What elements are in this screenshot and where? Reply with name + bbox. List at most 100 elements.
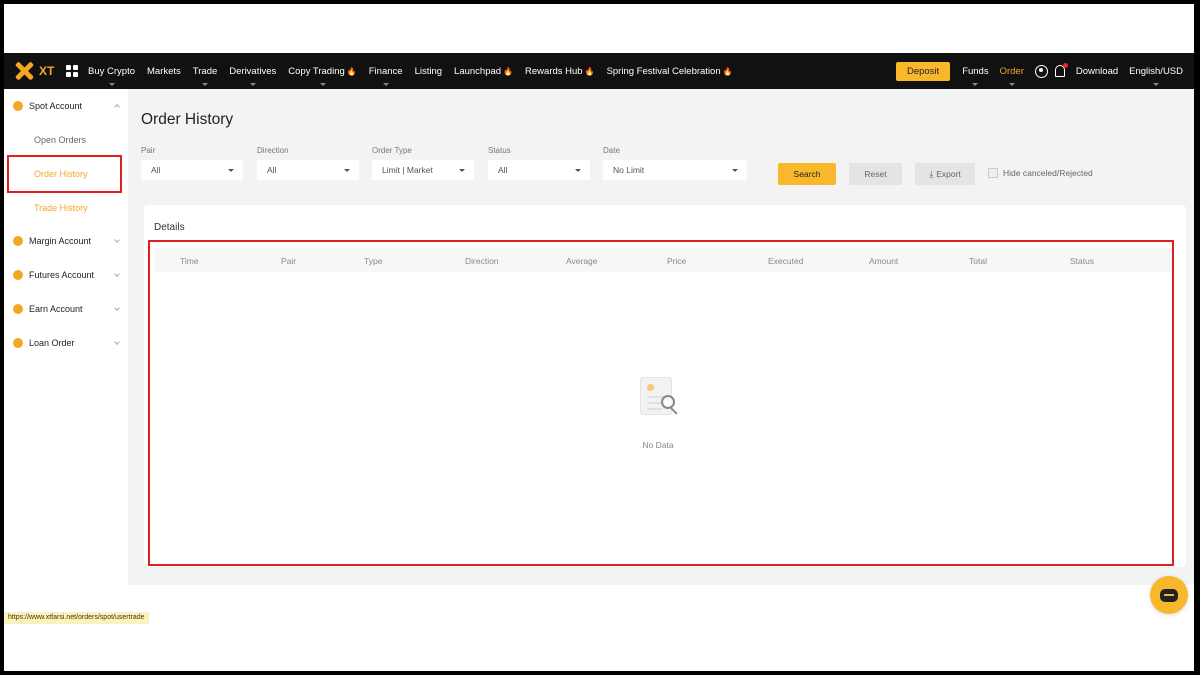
sidebar-group-label: Spot Account (29, 101, 83, 111)
date-select[interactable]: No Limit (603, 160, 747, 180)
export-label: Export (936, 169, 961, 179)
sidebar-group-label: Futures Account (29, 270, 95, 280)
status-select[interactable]: All (488, 160, 590, 180)
sidebar-group-label: Margin Account (29, 236, 92, 246)
nav-item-label: Buy Crypto (88, 65, 135, 77)
nav-item-derivatives[interactable]: Derivatives (229, 65, 277, 86)
sidebar-group-label: Loan Order (29, 338, 75, 348)
chevron-down-icon (114, 271, 120, 277)
nav-item-locale[interactable]: English/USD (1129, 65, 1183, 86)
filter-direction: Direction All (257, 146, 359, 180)
nav-item-launchpad[interactable]: Launchpad 🔥 (454, 66, 513, 77)
caret-down-icon (1008, 82, 1015, 86)
loan-icon (13, 338, 23, 348)
nav-item-rewards-hub[interactable]: Rewards Hub 🔥 (525, 66, 595, 77)
xt-logo-icon (14, 61, 34, 81)
browser-status-url: https://www.xtfarsi.net/orders/spot/user… (4, 612, 149, 624)
filter-order-type: Order Type Limit | Market (372, 146, 474, 180)
page-title: Order History (141, 111, 234, 128)
reset-button[interactable]: Reset (849, 163, 902, 185)
export-button[interactable]: ⤓ Export (915, 163, 975, 185)
nav-item-funds[interactable]: Funds (962, 65, 989, 86)
filter-label: Pair (141, 146, 156, 155)
chevron-down-icon (114, 237, 120, 243)
nav-item-label: Rewards Hub (525, 65, 583, 77)
pair-select[interactable]: All (141, 160, 243, 180)
nav-item-trade[interactable]: Trade (192, 65, 218, 86)
filter-label: Status (488, 146, 511, 155)
fire-icon: 🔥 (346, 66, 357, 76)
locale-label: English/USD (1129, 65, 1183, 77)
details-title: Details (154, 222, 185, 233)
nav-item-order[interactable]: Order (999, 65, 1024, 86)
sidebar-group-spot[interactable]: Spot Account (13, 101, 120, 111)
nav-item-label: Derivatives (229, 65, 277, 77)
xt-logo[interactable]: XT (14, 61, 62, 81)
logo-text: XT (39, 64, 55, 78)
sidebar-group-margin[interactable]: Margin Account (13, 236, 120, 246)
nav-item-listing[interactable]: Listing (415, 66, 442, 77)
nav-item-spring-festival-celebration[interactable]: Spring Festival Celebration 🔥 (607, 66, 733, 77)
chevron-down-icon (114, 339, 120, 345)
sidebar-item-trade-history[interactable]: Trade History (34, 203, 88, 213)
fire-icon: 🔥 (584, 66, 595, 76)
user-icon[interactable] (1034, 64, 1048, 78)
order-type-select[interactable]: Limit | Market (372, 160, 474, 180)
order-label: Order (999, 65, 1024, 77)
sidebar-group-futures[interactable]: Futures Account (13, 270, 120, 280)
sidebar-group-label: Earn Account (29, 304, 83, 314)
support-chat-button[interactable] (1150, 576, 1188, 614)
fire-icon: 🔥 (503, 66, 514, 76)
filter-label: Direction (257, 146, 289, 155)
sidebar: Spot Account Open Orders Order History T… (4, 89, 128, 589)
filter-label: Date (603, 146, 620, 155)
bell-icon[interactable] (1054, 63, 1068, 77)
deposit-button[interactable]: Deposit (895, 61, 951, 81)
caret-down-icon (108, 82, 115, 86)
nav-item-download[interactable]: Download (1076, 66, 1118, 77)
nav-item-buy-crypto[interactable]: Buy Crypto (88, 65, 135, 86)
nav-item-label: Copy Trading (288, 65, 345, 77)
caret-down-icon (319, 82, 326, 86)
nav-item-copy-trading[interactable]: Copy Trading 🔥 (288, 65, 357, 86)
caret-down-icon (202, 82, 209, 86)
filter-pair: Pair All (141, 146, 243, 180)
nav-item-label: Trade (192, 65, 218, 77)
fire-icon: 🔥 (722, 66, 733, 76)
sidebar-group-loan[interactable]: Loan Order (13, 338, 120, 348)
caret-down-icon (249, 82, 256, 86)
nav-item-label: Spring Festival Celebration (606, 65, 721, 77)
search-button[interactable]: Search (778, 163, 836, 185)
nav-menu: Buy Crypto Markets Trade Derivatives Copy Tr… (88, 65, 745, 86)
chevron-up-icon (114, 104, 120, 110)
nav-item-markets[interactable]: Markets (147, 66, 181, 77)
filter-date: Date No Limit (603, 146, 747, 180)
margin-icon (13, 236, 23, 246)
filter-label: Order Type (372, 146, 412, 155)
nav-item-label: Markets (147, 65, 181, 77)
apps-grid-icon[interactable] (66, 65, 78, 77)
caret-down-icon (1153, 82, 1160, 86)
hide-canceled-label: Hide canceled/Rejected (1003, 168, 1093, 178)
funds-label: Funds (962, 65, 989, 77)
earn-icon (13, 304, 23, 314)
sidebar-group-earn[interactable]: Earn Account (13, 304, 120, 314)
direction-select[interactable]: All (257, 160, 359, 180)
hide-canceled-toggle[interactable]: Hide canceled/Rejected (988, 168, 1093, 178)
pie-chart-icon (13, 101, 23, 111)
hide-canceled-checkbox[interactable] (988, 168, 998, 178)
annotation-highlight-box (7, 155, 122, 193)
nav-item-label: Finance (368, 65, 403, 77)
nav-item-finance[interactable]: Finance (368, 65, 403, 86)
chat-icon (1160, 588, 1178, 602)
download-icon: ⤓ (929, 168, 934, 179)
top-navigation: XT Buy Crypto Markets Trade Derivatives Copy… (4, 53, 1194, 89)
chevron-down-icon (114, 305, 120, 311)
caret-down-icon (972, 82, 979, 86)
caret-down-icon (382, 82, 389, 86)
sidebar-item-open-orders[interactable]: Open Orders (34, 135, 86, 145)
futures-icon (13, 270, 23, 280)
nav-right: Deposit Funds Order Download English/USD (895, 61, 1194, 86)
filter-status: Status All (488, 146, 590, 180)
nav-item-label: Launchpad (454, 65, 502, 77)
